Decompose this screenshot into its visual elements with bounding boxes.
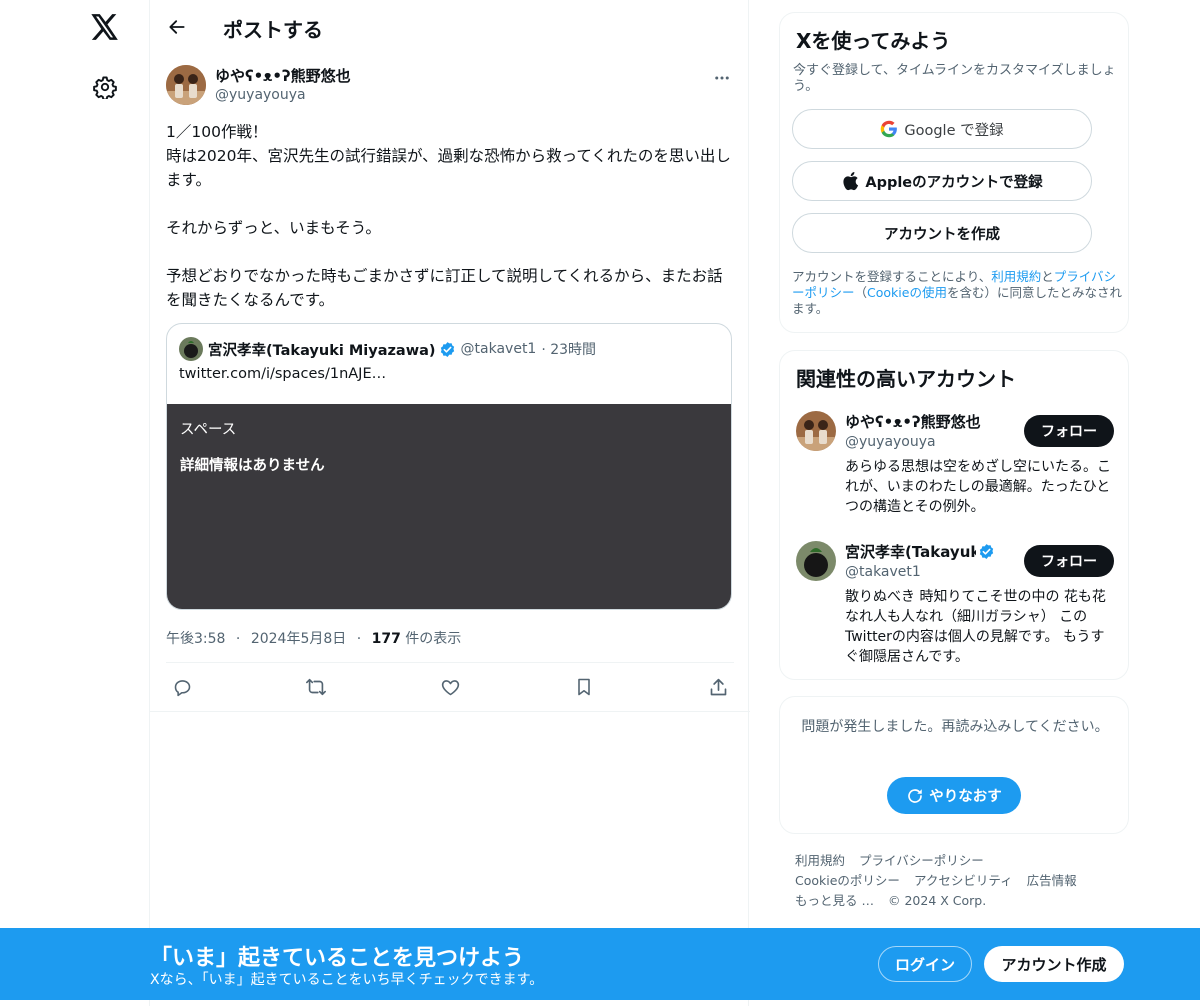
- reply-icon[interactable]: [169, 674, 195, 700]
- space-detail: 詳細情報はありません: [180, 458, 325, 474]
- signup-title: Xを使ってみよう: [796, 29, 951, 53]
- legal-text: （: [854, 285, 868, 300]
- account-name[interactable]: ゆやʕ•ᴥ•ʔ熊野悠也: [845, 411, 995, 432]
- share-icon[interactable]: [705, 674, 731, 700]
- apple-logo-icon: [841, 171, 865, 191]
- page-title: ポストする: [223, 18, 323, 42]
- meta-separator: ·: [235, 631, 241, 647]
- account-handle: @takavet1: [845, 564, 921, 580]
- quoted-author-name: 宮沢孝幸(Takayuki Miyazawa): [208, 342, 436, 359]
- meta-separator: ·: [356, 631, 362, 647]
- apple-signup-button[interactable]: Appleのアカウントで登録: [792, 161, 1092, 201]
- account-bio: あらゆる思想は空をめざし空にいたる。これが、いまのわたしの最適解。たったひとつの…: [845, 459, 1111, 515]
- quoted-author-avatar: [179, 337, 203, 361]
- verified-badge-icon: [978, 543, 995, 560]
- view-count: 177: [371, 631, 401, 647]
- main-column: ポストする ゆやʕ•ᴥ•ʔ熊野悠也 @yuyayouya 1／100作戦！ 時は…: [149, 0, 750, 1006]
- account-bio: 散りぬべき 時知りてこそ世の中の 花も花なれ人も人なれ（細川ガラシャ） このTw…: [845, 589, 1106, 665]
- tweet-actions: [166, 674, 734, 700]
- divider: [166, 662, 734, 663]
- cookie-link[interactable]: Cookieの使用: [867, 285, 947, 300]
- follow-button[interactable]: フォロー: [1024, 545, 1114, 577]
- error-message: 問題が発生しました。再読み込みしてください。: [801, 719, 1109, 735]
- account-name[interactable]: 宮沢孝幸(Takayuki M: [845, 541, 995, 562]
- account-name-text: 宮沢孝幸(Takayuki M: [845, 543, 976, 561]
- back-arrow-icon[interactable]: [164, 14, 190, 40]
- footer-link-ads[interactable]: 広告情報: [1027, 873, 1077, 888]
- tweet-time[interactable]: 午後3:58: [166, 631, 225, 647]
- footer-links: 利用規約 プライバシーポリシー Cookieのポリシー アクセシビリティ 広告情報 も…: [795, 851, 1125, 911]
- relevant-title: 関連性の高いアカウント: [796, 367, 1016, 391]
- relevant-accounts-card: 関連性の高いアカウント ゆやʕ•ᴥ•ʔ熊野悠也 @yuyayouya フォロー …: [779, 350, 1129, 680]
- account-avatar[interactable]: [796, 411, 836, 451]
- legal-text: アカウントを登録することにより、: [792, 269, 992, 284]
- login-button[interactable]: ログイン: [878, 946, 972, 982]
- footer-copyright: © 2024 X Corp.: [887, 893, 987, 908]
- view-label: 件の表示: [400, 631, 462, 647]
- footer-link-cookie[interactable]: Cookieのポリシー: [795, 873, 900, 888]
- tweet-meta: 午後3:58 · 2024年5月8日 · 177 件の表示: [166, 628, 461, 648]
- legal-text: と: [1041, 269, 1054, 284]
- banner-title: 「いま」起きていることを見つけよう: [150, 946, 525, 971]
- retry-label: やりなおす: [929, 789, 1002, 805]
- error-card: 問題が発生しました。再読み込みしてください。 やりなおす: [779, 696, 1129, 834]
- banner-subtitle: Xなら、「いま」起きていることをいち早くチェックできます。: [150, 972, 544, 988]
- google-signup-button[interactable]: Google で登録: [792, 109, 1092, 149]
- footer-link-privacy[interactable]: プライバシーポリシー: [859, 853, 984, 868]
- google-logo-icon: [880, 120, 904, 138]
- author-handle[interactable]: @yuyayouya: [215, 87, 306, 103]
- tweet-author: ゆやʕ•ᴥ•ʔ熊野悠也 @yuyayouya: [166, 64, 734, 108]
- retry-button[interactable]: やりなおす: [887, 777, 1021, 814]
- bottom-signup-banner: 「いま」起きていることを見つけよう Xなら、「いま」起きていることをいち早くチェ…: [0, 928, 1200, 1000]
- footer-link-terms[interactable]: 利用規約: [795, 853, 845, 868]
- space-label: スペース: [180, 422, 237, 438]
- footer-link-more[interactable]: もっと見る …: [795, 893, 874, 908]
- google-signup-label: Google で登録: [904, 122, 1004, 139]
- divider: [150, 711, 750, 712]
- signup-card: Xを使ってみよう 今すぐ登録して、タイムラインをカスタマイズしましょう。 Goo…: [779, 12, 1129, 333]
- refresh-icon: [906, 787, 929, 805]
- author-name[interactable]: ゆやʕ•ᴥ•ʔ熊野悠也: [215, 65, 351, 86]
- like-heart-icon[interactable]: [437, 674, 463, 700]
- more-options-icon[interactable]: [710, 66, 734, 90]
- quoted-link[interactable]: twitter.com/i/spaces/1nAJE…: [179, 366, 386, 382]
- space-card[interactable]: スペース 詳細情報はありません: [167, 404, 731, 609]
- repost-icon[interactable]: [303, 674, 329, 700]
- x-logo-icon[interactable]: [88, 10, 122, 44]
- terms-link[interactable]: 利用規約: [991, 269, 1041, 284]
- footer-link-accessibility[interactable]: アクセシビリティ: [914, 873, 1013, 888]
- tweet-text: 1／100作戦！ 時は2020年、宮沢先生の試行錯誤が、過剰な恐怖から救ってくれ…: [166, 123, 731, 309]
- quoted-tweet-header: 宮沢孝幸(Takayuki Miyazawa) @takavet1 · 23時間: [179, 337, 596, 361]
- create-account-label: アカウントを作成: [884, 226, 1000, 243]
- quoted-author-handle: @takavet1: [460, 341, 537, 357]
- account-item[interactable]: 宮沢孝幸(Takayuki M @takavet1 フォロー 散りぬべき 時知り…: [796, 541, 1114, 671]
- settings-gear-icon[interactable]: [90, 72, 120, 102]
- quoted-tweet[interactable]: 宮沢孝幸(Takayuki Miyazawa) @takavet1 · 23時間…: [166, 323, 732, 610]
- bookmark-icon[interactable]: [571, 674, 597, 700]
- apple-signup-label: Appleのアカウントで登録: [865, 174, 1043, 191]
- banner-signup-button[interactable]: アカウント作成: [984, 946, 1124, 982]
- tweet-date[interactable]: 2024年5月8日: [251, 631, 346, 647]
- signup-subtitle: 今すぐ登録して、タイムラインをカスタマイズしましょう。: [793, 63, 1116, 94]
- account-handle: @yuyayouya: [845, 434, 936, 450]
- account-avatar[interactable]: [796, 541, 836, 581]
- create-account-button[interactable]: アカウントを作成: [792, 213, 1092, 253]
- account-item[interactable]: ゆやʕ•ᴥ•ʔ熊野悠也 @yuyayouya フォロー あらゆる思想は空をめざし…: [796, 411, 1114, 521]
- left-nav: [0, 0, 150, 1006]
- signup-legal-text: アカウントを登録することにより、利用規約とプライバシーポリシー（Cookieの使…: [792, 269, 1122, 317]
- author-avatar[interactable]: [166, 65, 206, 105]
- follow-button[interactable]: フォロー: [1024, 415, 1114, 447]
- quoted-time: · 23時間: [541, 342, 597, 358]
- page-header: ポストする: [150, 0, 750, 54]
- verified-badge-icon: [439, 341, 456, 358]
